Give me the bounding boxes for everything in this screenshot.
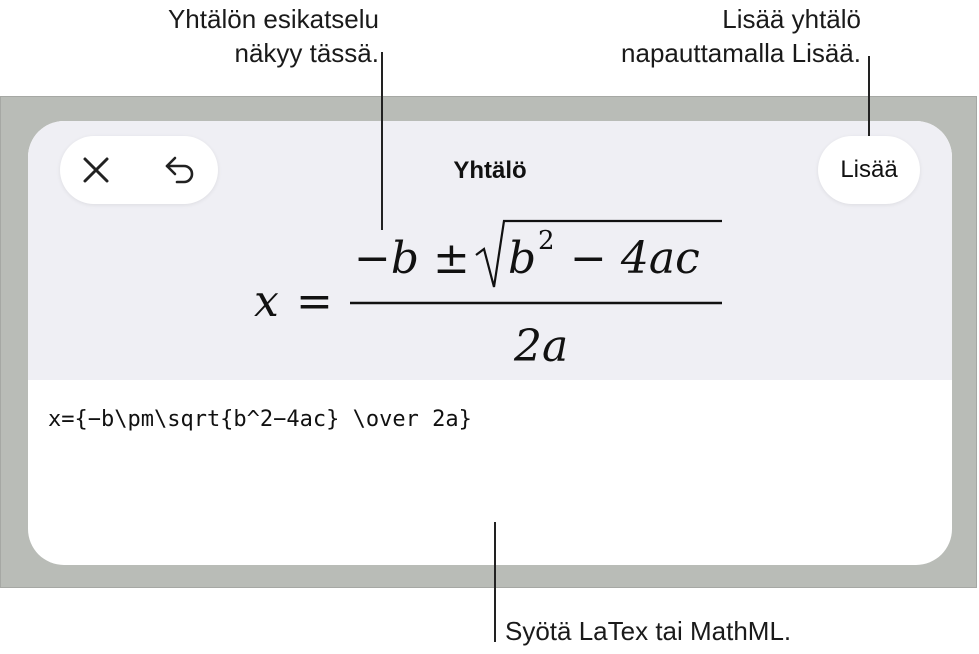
- annotation-insert: Lisää yhtälö napauttamalla Lisää.: [621, 2, 861, 70]
- annotation-insert-line-2: napauttamalla Lisää.: [621, 38, 861, 68]
- callout-line-insert: [868, 56, 870, 136]
- equation-dialog: Yhtälö Lisää x = −b ± b 2 − 4ac 2a x={−b…: [28, 121, 952, 565]
- annotation-input: Syötä LaTex tai MathML.: [505, 616, 792, 646]
- insert-button[interactable]: Lisää: [818, 136, 920, 204]
- callout-line-input: [494, 522, 496, 642]
- annotation-preview: Yhtälön esikatselu näkyy tässä.: [168, 2, 379, 70]
- annotation-preview-line-1: Yhtälön esikatselu: [167, 4, 379, 34]
- equation-lhs: x: [254, 276, 279, 327]
- equation-denominator: 2a: [513, 321, 568, 371]
- equation-equals: =: [296, 276, 333, 327]
- annotation-insert-line-1: Lisää yhtälö: [722, 4, 861, 34]
- equation-radicand-exp: 2: [538, 226, 555, 256]
- preview-area: Yhtälö Lisää x = −b ± b 2 − 4ac 2a: [28, 121, 952, 380]
- annotation-preview-line-2: näkyy tässä.: [234, 38, 379, 68]
- equation-radicand-tail: − 4ac: [556, 233, 700, 284]
- equation-preview: x = −b ± b 2 − 4ac 2a: [254, 219, 722, 371]
- latex-input-field[interactable]: x={−b\pm\sqrt{b^2−4ac} \over 2a}: [48, 407, 928, 432]
- equation-radicand-base: b: [508, 233, 536, 284]
- callout-line-preview: [381, 52, 383, 230]
- dialog-title: Yhtälö: [453, 157, 527, 184]
- equation-numerator-lead: −b ±: [354, 233, 470, 284]
